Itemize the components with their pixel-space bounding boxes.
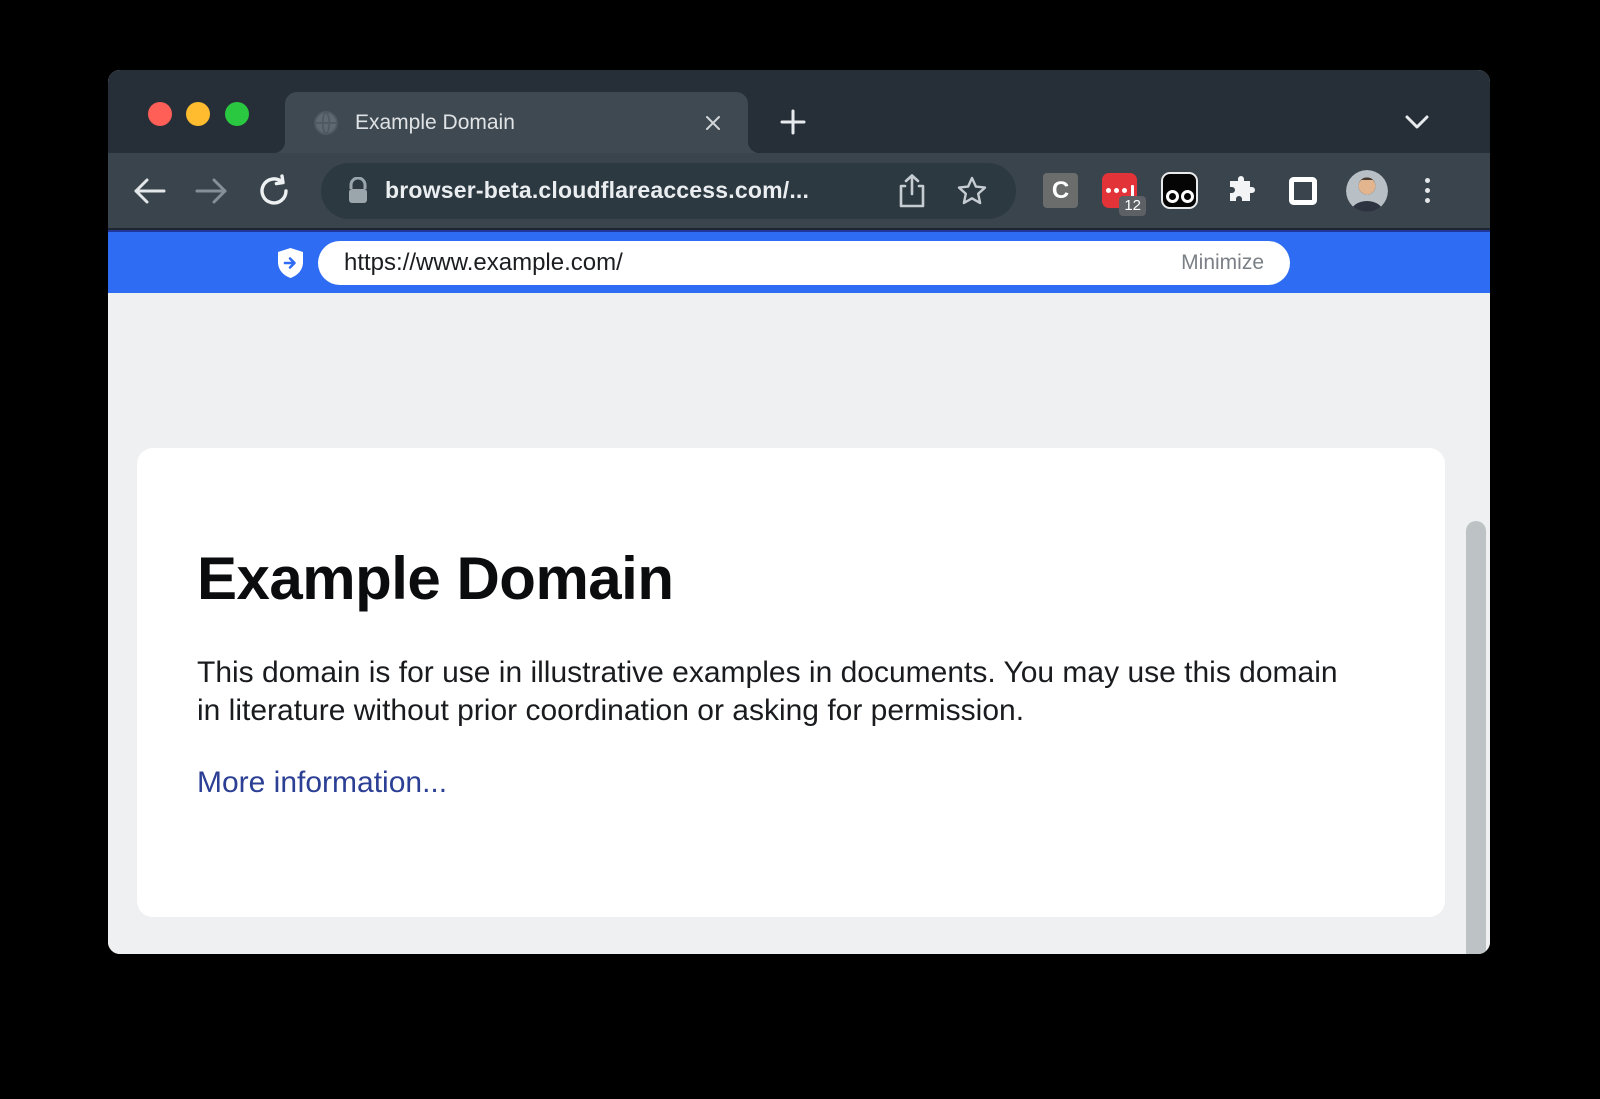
page-title: Example Domain bbox=[197, 544, 674, 613]
tab-close-icon[interactable] bbox=[700, 110, 726, 136]
tab-title: Example Domain bbox=[355, 111, 700, 135]
dot bbox=[1114, 188, 1119, 193]
close-window-button[interactable] bbox=[148, 102, 172, 126]
isolation-url-value[interactable]: https://www.example.com/ bbox=[344, 249, 1181, 277]
profile-avatar[interactable] bbox=[1346, 170, 1388, 212]
extension-c-icon[interactable]: C bbox=[1043, 173, 1078, 208]
side-panel-icon[interactable] bbox=[1284, 172, 1322, 210]
new-tab-button[interactable] bbox=[776, 105, 810, 139]
bookmark-star-icon[interactable] bbox=[954, 173, 990, 209]
toolbar-right-cluster: C 12 bbox=[1043, 153, 1442, 228]
address-bar[interactable]: browser-beta.cloudflareaccess.com/... bbox=[321, 163, 1016, 219]
browser-toolbar: browser-beta.cloudflareaccess.com/... C bbox=[108, 153, 1490, 230]
lens bbox=[1166, 190, 1179, 203]
minimize-window-button[interactable] bbox=[186, 102, 210, 126]
back-button[interactable] bbox=[128, 169, 172, 213]
extension-badge: 12 bbox=[1119, 196, 1146, 216]
cursor-bar bbox=[1131, 185, 1134, 197]
extension-red-icon[interactable]: 12 bbox=[1102, 173, 1137, 208]
dot bbox=[1106, 188, 1111, 193]
minimize-bar-button[interactable]: Minimize bbox=[1181, 251, 1264, 275]
tab-example-domain[interactable]: Example Domain bbox=[285, 92, 748, 153]
page-body-text: This domain is for use in illustrative e… bbox=[197, 654, 1362, 730]
zoom-window-button[interactable] bbox=[225, 102, 249, 126]
tab-strip: Example Domain bbox=[108, 70, 1490, 153]
extensions-puzzle-icon[interactable] bbox=[1222, 172, 1260, 210]
dot bbox=[1122, 188, 1127, 193]
scrollbar-thumb[interactable] bbox=[1466, 521, 1486, 954]
page-viewport: Example Domain This domain is for use in… bbox=[108, 293, 1490, 954]
lock-icon bbox=[347, 177, 369, 205]
globe-icon bbox=[313, 110, 339, 136]
content-card: Example Domain This domain is for use in… bbox=[137, 448, 1445, 917]
reload-button[interactable] bbox=[252, 169, 296, 213]
extension-glasses-icon[interactable] bbox=[1161, 172, 1198, 209]
share-icon[interactable] bbox=[894, 173, 930, 209]
menu-kebab-icon[interactable] bbox=[1412, 178, 1442, 203]
browser-window: Example Domain bbox=[108, 70, 1490, 954]
chevron-down-icon[interactable] bbox=[1400, 107, 1434, 137]
isolation-bar: https://www.example.com/ Minimize bbox=[108, 230, 1490, 293]
isolation-url-input[interactable]: https://www.example.com/ Minimize bbox=[318, 241, 1290, 285]
more-information-link[interactable]: More information... bbox=[197, 766, 447, 800]
forward-button[interactable] bbox=[189, 169, 233, 213]
address-bar-url[interactable]: browser-beta.cloudflareaccess.com/... bbox=[385, 177, 894, 204]
lens bbox=[1181, 190, 1194, 203]
isolation-shield-icon bbox=[277, 247, 304, 279]
